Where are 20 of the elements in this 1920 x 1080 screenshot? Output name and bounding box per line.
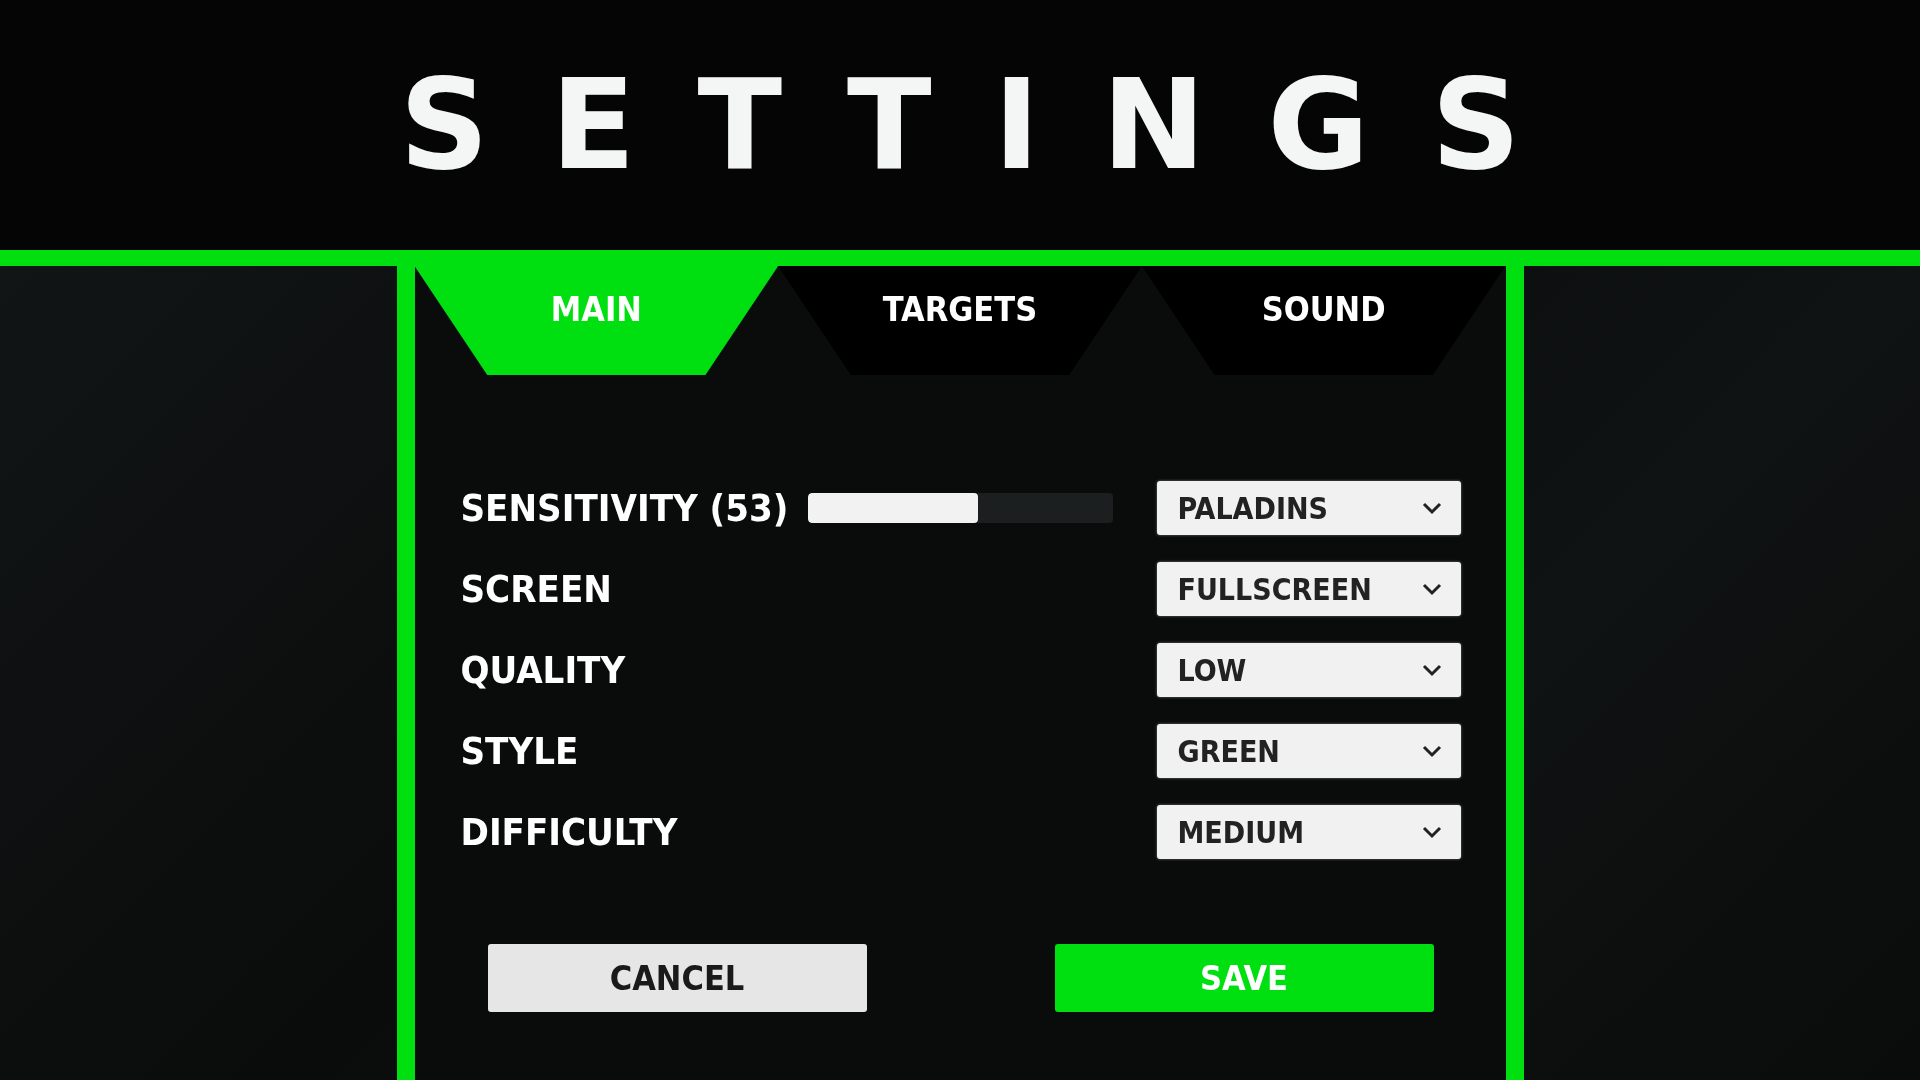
setting-label: SENSITIVITY (53) bbox=[460, 486, 790, 530]
setting-label: SCREEN bbox=[460, 567, 613, 611]
chevron-down-icon bbox=[1420, 501, 1443, 515]
chevron-down-icon bbox=[1420, 825, 1443, 839]
tab[interactable]: SOUND bbox=[1141, 266, 1506, 375]
dropdown[interactable]: LOW bbox=[1156, 643, 1461, 697]
dropdown[interactable]: GREEN bbox=[1156, 724, 1461, 778]
chevron-down-icon bbox=[1420, 582, 1443, 596]
chevron-down-icon bbox=[1420, 663, 1443, 677]
dropdown[interactable]: PALADINS bbox=[1156, 481, 1461, 535]
setting-label: DIFFICULTY bbox=[460, 810, 679, 854]
setting-label: STYLE bbox=[460, 729, 580, 773]
chevron-down-icon bbox=[1420, 744, 1443, 758]
tab[interactable]: TARGETS bbox=[778, 266, 1142, 375]
cancel-button[interactable]: CANCEL bbox=[487, 944, 867, 1012]
dropdown[interactable]: FULLSCREEN bbox=[1156, 562, 1461, 616]
dropdown[interactable]: MEDIUM bbox=[1156, 805, 1461, 859]
settings-title: SETTINGS bbox=[398, 63, 1583, 187]
slider-track[interactable] bbox=[807, 493, 1113, 523]
setting-label: QUALITY bbox=[460, 648, 627, 692]
